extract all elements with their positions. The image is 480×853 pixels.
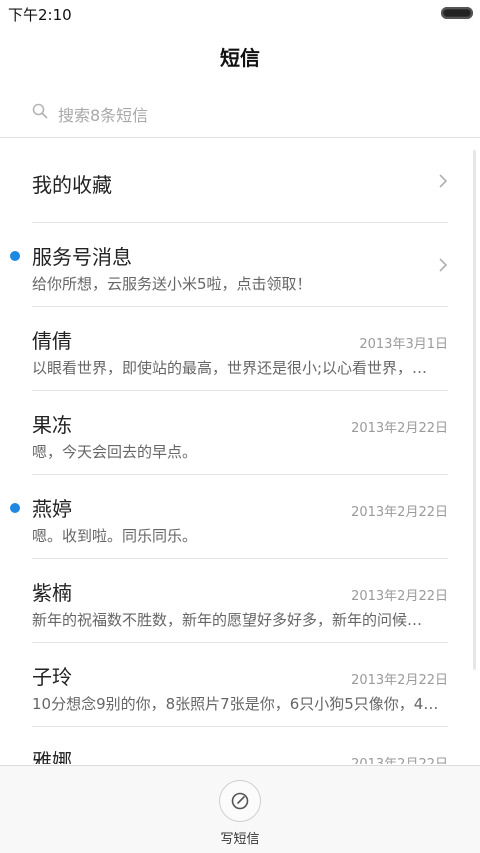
list-item[interactable]: 倩倩 2013年3月1日 以眼看世界，即使站的最高，世界还是很小;以心看世界，… — [0, 307, 480, 391]
status-bar: 下午2:10 — [0, 0, 480, 28]
search-icon — [32, 103, 48, 119]
status-time: 下午2:10 — [8, 6, 72, 24]
unread-dot — [10, 251, 20, 261]
chevron-right-icon — [439, 258, 448, 272]
conversation-snippet: 10分想念9别的你，8张照片7张是你，6只小狗5只像你，4… — [32, 695, 439, 713]
conversation-snippet: 给你所想，云服务送小米5啦，点击领取！ — [32, 275, 312, 293]
conversation-name: 服务号消息 — [32, 245, 132, 269]
conversation-name: 紫楠 — [32, 581, 72, 605]
conversation-list: 我的收藏 服务号消息 给你所想，云服务送小米5啦，点击领取！ 倩倩 2013年3… — [0, 139, 480, 764]
conversation-name: 倩倩 — [32, 329, 72, 353]
scrollbar[interactable] — [473, 150, 476, 670]
unread-dot — [10, 503, 20, 513]
list-item[interactable]: 果冻 2013年2月22日 嗯，今天会回去的早点。 — [0, 391, 480, 475]
battery-icon — [441, 7, 473, 19]
conversation-date: 2013年2月22日 — [351, 421, 448, 436]
list-item[interactable]: 紫楠 2013年2月22日 新年的祝福数不胜数，新年的愿望好多好多，新年的问候… — [0, 559, 480, 643]
list-item-service-messages[interactable]: 服务号消息 给你所想，云服务送小米5啦，点击领取！ — [0, 223, 480, 307]
conversation-date: 2013年2月22日 — [351, 753, 448, 764]
conversation-snippet: 以眼看世界，即使站的最高，世界还是很小;以心看世界，… — [32, 359, 428, 377]
conversation-name: 雅娜 — [32, 749, 72, 764]
list-item[interactable]: 燕婷 2013年2月22日 嗯。收到啦。同乐同乐。 — [0, 475, 480, 559]
conversation-date: 2013年2月22日 — [351, 589, 448, 604]
compose-button[interactable] — [219, 780, 261, 822]
conversation-date: 2013年2月22日 — [351, 505, 448, 520]
page-title: 短信 — [220, 46, 260, 70]
bottom-bar: 写短信 — [0, 765, 480, 853]
conversation-name: 果冻 — [32, 413, 72, 437]
compose-icon — [231, 792, 249, 810]
conversation-name: 我的收藏 — [32, 173, 112, 197]
list-item-favorites[interactable]: 我的收藏 — [0, 139, 480, 223]
conversation-date: 2013年3月1日 — [359, 337, 448, 352]
list-item[interactable]: 雅娜 2013年2月22日 — [0, 727, 480, 764]
conversation-name: 燕婷 — [32, 497, 72, 521]
conversation-date: 2013年2月22日 — [351, 673, 448, 688]
conversation-snippet: 新年的祝福数不胜数，新年的愿望好多好多，新年的问候… — [32, 611, 423, 629]
list-item[interactable]: 子玲 2013年2月22日 10分想念9别的你，8张照片7张是你，6只小狗5只像… — [0, 643, 480, 727]
compose-label: 写短信 — [220, 832, 260, 847]
search-input[interactable]: 搜索8条短信 — [58, 102, 148, 126]
conversation-snippet: 嗯。收到啦。同乐同乐。 — [32, 527, 198, 545]
conversation-snippet: 嗯，今天会回去的早点。 — [32, 443, 198, 461]
conversation-name: 子玲 — [32, 665, 72, 689]
search-bar[interactable]: 搜索8条短信 — [0, 88, 480, 138]
chevron-right-icon — [439, 174, 448, 188]
